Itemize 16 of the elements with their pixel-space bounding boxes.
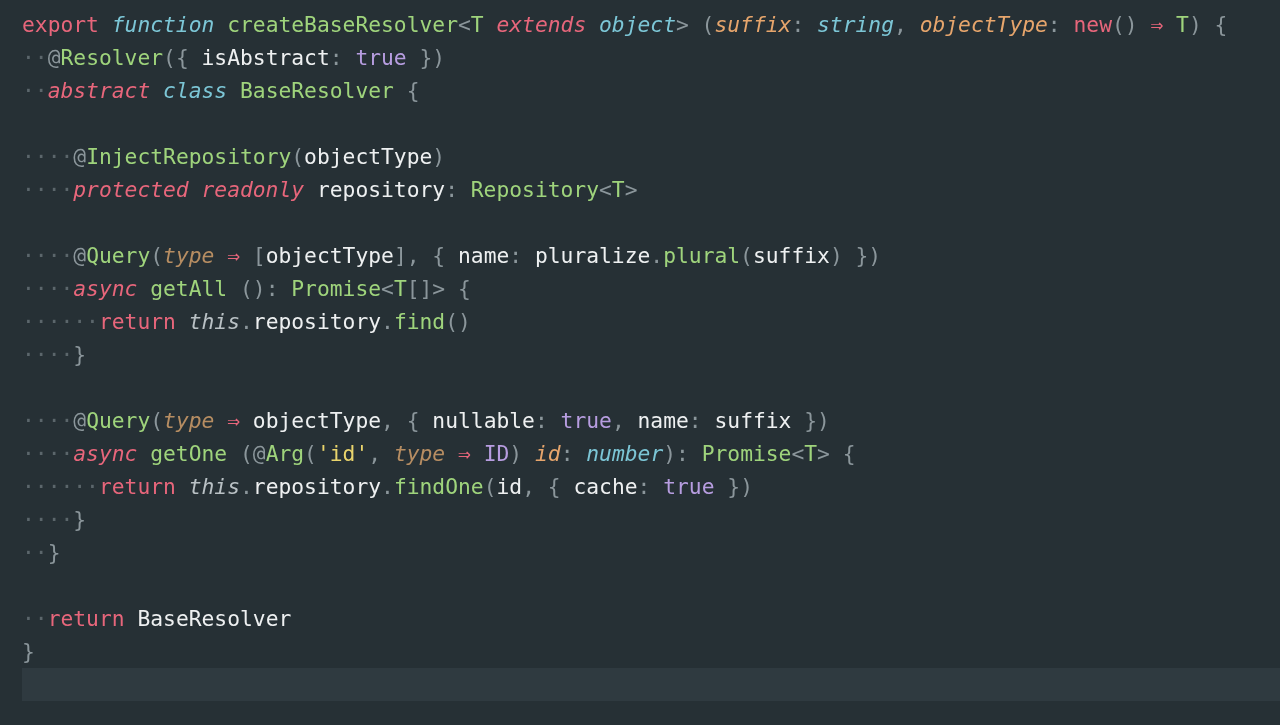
code-line: ····async getOne (@Arg('id', type ⇒ ID) id: number): Promise<T> { (22, 440, 856, 468)
code-line: ······return this.repository.find() (22, 308, 471, 336)
code-line: } (22, 638, 35, 666)
code-line: ····} (22, 506, 87, 534)
code-line: ····async getAll (): Promise<T[]> { (22, 275, 471, 303)
code-line: ······return this.repository.findOne(id, { cache: true }) (22, 473, 753, 501)
code-line: ····} (22, 341, 87, 369)
code-line: export function createBaseResolver<T extends object> (suffix: string, objectType: new() ⇒ T) { (22, 11, 1228, 39)
code-line: ····@Query(type ⇒ [objectType], { name: pluralize.plural(suffix) }) (22, 242, 882, 270)
code-line: ····@InjectRepository(objectType) (22, 143, 446, 171)
code-line: ····@Query(type ⇒ objectType, { nullable: true, name: suffix }) (22, 407, 830, 435)
code-line: ··abstract class BaseResolver { (22, 77, 420, 105)
code-line: ··return BaseResolver (22, 605, 292, 633)
code-line: ··} (22, 539, 61, 567)
code-line: ····protected readonly repository: Repository<T> (22, 176, 638, 204)
code-line: ··@Resolver({ isAbstract: true }) (22, 44, 446, 72)
